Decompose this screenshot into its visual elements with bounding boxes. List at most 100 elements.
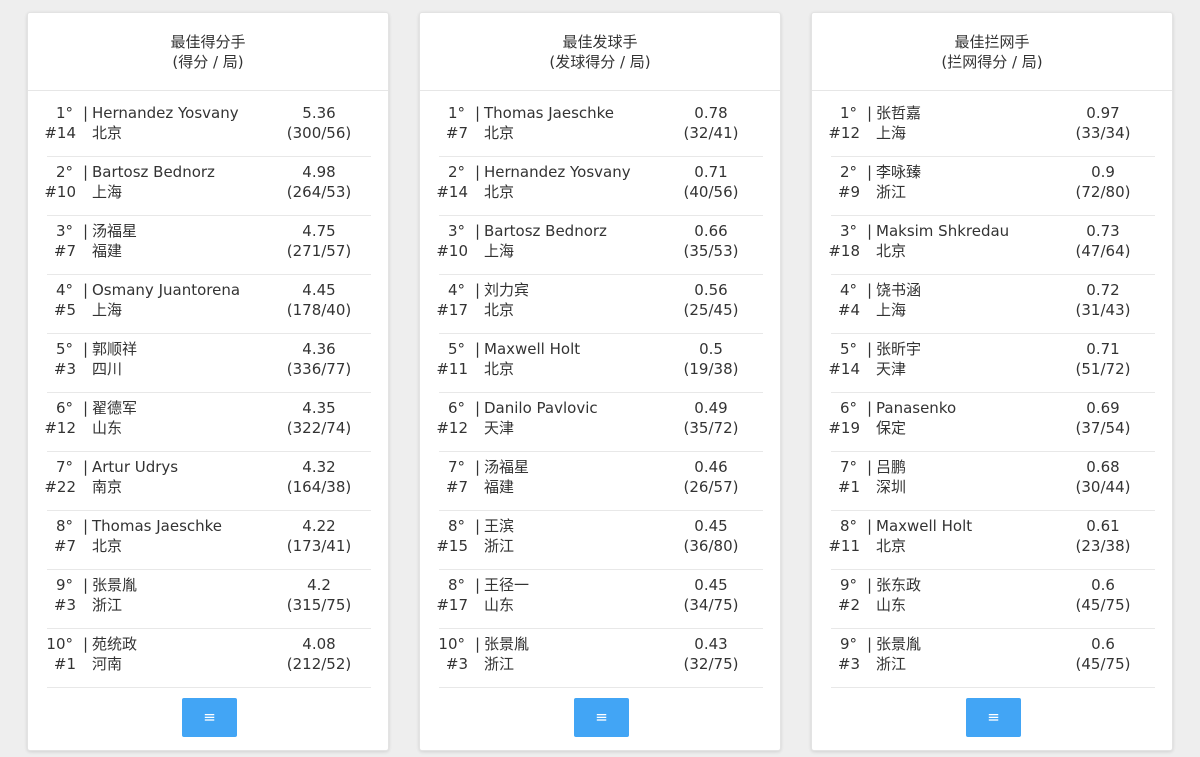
separator: | [867,517,873,535]
player-name: Thomas Jaeschke [484,104,615,122]
player-name: 张景胤 [484,635,530,653]
jersey-number: #14 [44,124,76,142]
ranking-row: 9° #3 | 张景胤 浙江 0.6 (45/75) [831,629,1155,688]
menu-button[interactable]: ≡ [182,698,237,737]
ranking-row: 1° #12 | 张哲嘉 上海 0.97 (33/34) [828,98,1155,157]
menu-icon: ≡ [987,708,1000,726]
average: 4.75 [302,222,336,240]
ranking-row: 9° #3 | 张景胤 浙江 4.2 (315/75) [47,570,371,629]
separator: | [475,576,481,594]
average: 4.35 [302,399,336,417]
rank: 7° [447,458,465,476]
jersey-number: #17 [436,596,468,614]
jersey-number: #7 [53,242,76,260]
rank: 2° [55,163,73,181]
average: 0.71 [694,163,728,181]
ranking-row: 7° #7 | 汤福星 福建 0.46 (26/57) [439,452,763,511]
player-name: 李咏臻 [876,163,922,181]
separator: | [475,163,481,181]
ranking-row: 8° #15 | 王滨 浙江 0.45 (36/80) [436,511,763,570]
rank: 7° [55,458,73,476]
average: 0.61 [1086,517,1120,535]
separator: | [83,635,89,653]
jersey-number: #11 [828,537,860,555]
player-name: Panasenko [876,399,957,417]
jersey-number: #22 [44,478,76,496]
average: 0.71 [1086,340,1120,358]
ratio: (322/74) [286,419,352,437]
ratio: (164/38) [286,478,352,496]
jersey-number: #11 [436,360,468,378]
separator: | [475,281,481,299]
player-name: Hernandez Yosvany [484,163,631,181]
menu-icon: ≡ [595,708,608,726]
player-name: Maksim Shkredau [876,222,1010,240]
ranking-row: 2° #14 | Hernandez Yosvany 北京 0.71 (40/56) [436,157,763,216]
average: 0.49 [694,399,728,417]
jersey-number: #3 [837,655,860,673]
average: 5.36 [302,104,336,122]
ranking-row: 3° #7 | 汤福星 福建 4.75 (271/57) [47,216,371,275]
jersey-number: #5 [53,301,76,319]
rank: 3° [447,222,465,240]
rank: 6° [447,399,465,417]
player-name: 张昕宇 [876,340,922,358]
jersey-number: #1 [837,478,860,496]
rank: 1° [447,104,465,122]
ratio: (212/52) [286,655,352,673]
ranking-row: 7° #1 | 吕鹏 深圳 0.68 (30/44) [831,452,1155,511]
team-name: 保定 [876,419,907,437]
player-name: 郭顺祥 [92,340,138,358]
jersey-number: #15 [436,537,468,555]
rank: 10° [438,635,465,653]
card-title: 最佳发球手 [562,33,638,51]
average: 0.56 [694,281,728,299]
jersey-number: #3 [445,655,468,673]
team-name: 北京 [92,537,123,555]
average: 0.68 [1086,458,1120,476]
rank: 7° [839,458,857,476]
team-name: 北京 [92,124,123,142]
rank: 5° [839,340,857,358]
team-name: 浙江 [92,596,123,614]
player-name: Maxwell Holt [484,340,581,358]
separator: | [867,104,873,122]
team-name: 福建 [92,242,123,260]
ratio: (32/75) [683,655,739,673]
ratio: (178/40) [286,301,352,319]
separator: | [867,576,873,594]
team-name: 河南 [92,655,123,673]
menu-button[interactable]: ≡ [966,698,1021,737]
average: 0.46 [694,458,728,476]
player-name: Artur Udrys [92,458,179,476]
menu-button[interactable]: ≡ [574,698,629,737]
player-name: 张景胤 [92,576,138,594]
jersey-number: #12 [828,124,860,142]
rank: 4° [447,281,465,299]
jersey-number: #14 [436,183,468,201]
player-name: 王径一 [484,576,530,594]
ratio: (72/80) [1075,183,1131,201]
team-name: 北京 [484,360,515,378]
team-name: 山东 [484,596,515,614]
player-name: 汤福星 [92,222,138,240]
player-name: Hernandez Yosvany [92,104,239,122]
average: 4.22 [302,517,336,535]
ranking-row: 7° #22 | Artur Udrys 南京 4.32 (164/38) [44,452,371,511]
rank: 3° [839,222,857,240]
jersey-number: #17 [436,301,468,319]
separator: | [83,281,89,299]
ratio: (32/41) [683,124,739,142]
rank: 6° [839,399,857,417]
jersey-number: #4 [837,301,860,319]
ratio: (36/80) [683,537,739,555]
ratio: (31/43) [1075,301,1131,319]
separator: | [475,517,481,535]
team-name: 南京 [92,478,123,496]
rank: 8° [447,517,465,535]
ranking-row: 8° #17 | 王径一 山东 0.45 (34/75) [436,570,763,629]
player-name: 张景胤 [876,635,922,653]
separator: | [83,399,89,417]
player-name: 王滨 [484,517,515,535]
jersey-number: #2 [837,596,860,614]
